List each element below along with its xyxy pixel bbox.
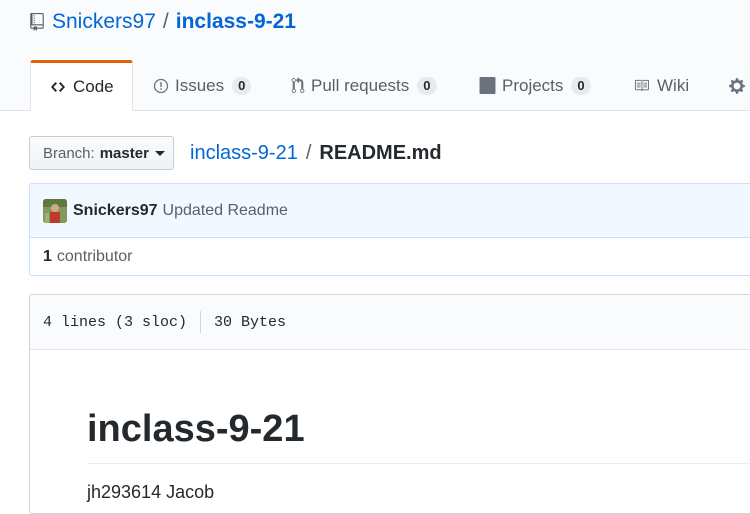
breadcrumb-separator: / (305, 141, 312, 164)
projects-count-badge: 0 (571, 76, 591, 95)
branch-label: Branch: (43, 144, 95, 162)
file-viewer: 4 lines (3 sloc) 30 Bytes inclass-9-21 j… (29, 294, 750, 514)
tab-projects[interactable]: Projects 0 (479, 61, 591, 110)
commit-tease: Snickers97 Updated Readme (30, 184, 750, 238)
pull-requests-count-badge: 0 (417, 76, 437, 95)
commit-author-link[interactable]: Snickers97 (73, 202, 158, 220)
readme-content: inclass-9-21 jh293614 Jacob (87, 403, 750, 503)
file-info-divider (200, 311, 202, 333)
contributors-count: 1 (43, 248, 52, 265)
tab-settings[interactable] (728, 61, 746, 110)
repo-icon (30, 13, 44, 31)
tab-pull-requests-label: Pull requests (311, 75, 410, 95)
tab-projects-label: Projects (502, 75, 564, 95)
issues-count-badge: 0 (232, 76, 252, 95)
file-header: 4 lines (3 sloc) 30 Bytes (30, 295, 750, 350)
repo-title: Snickers97 / inclass-9-21 (30, 8, 296, 36)
repo-nav-tabs: Code Issues 0 Pull requests 0 Projects 0… (30, 60, 750, 111)
readme-paragraph: jh293614 Jacob (87, 482, 215, 502)
pull-request-icon (291, 77, 305, 93)
chevron-down-icon (154, 150, 165, 156)
tab-issues[interactable]: Issues 0 (153, 61, 252, 110)
repo-title-separator: / (162, 10, 169, 33)
tab-wiki[interactable]: Wiki (632, 61, 689, 110)
breadcrumb-file-name: README.md (319, 141, 442, 164)
issue-icon (153, 78, 169, 93)
avatar[interactable] (43, 198, 67, 223)
repo-name-link[interactable]: inclass-9-21 (176, 10, 296, 34)
code-icon (51, 81, 65, 92)
contributors-label: contributor (56, 248, 133, 265)
branch-value: master (99, 144, 149, 162)
tab-issues-label: Issues (175, 75, 225, 95)
commit-message-link[interactable]: Updated Readme (163, 202, 288, 220)
tab-pull-requests[interactable]: Pull requests 0 (291, 61, 437, 110)
tab-wiki-label: Wiki (657, 75, 690, 95)
tab-code-label: Code (73, 76, 114, 96)
tab-code[interactable]: Code (30, 60, 133, 111)
breadcrumb-repo-link[interactable]: inclass-9-21 (190, 142, 298, 165)
project-icon (479, 77, 496, 94)
branch-select-button[interactable]: Branch: master (29, 136, 174, 170)
readme-heading: inclass-9-21 (87, 403, 750, 464)
repo-owner-link[interactable]: Snickers97 (52, 10, 156, 34)
file-line-count: 4 lines (3 sloc) (43, 313, 188, 331)
file-size: 30 Bytes (214, 313, 287, 331)
breadcrumb: inclass-9-21 / README.md (190, 140, 442, 166)
book-icon (634, 79, 649, 92)
contributors-summary[interactable]: 1 contributor (30, 238, 750, 275)
latest-commit-box: Snickers97 Updated Readme 1 contributor (29, 183, 750, 276)
gear-icon (729, 77, 745, 94)
